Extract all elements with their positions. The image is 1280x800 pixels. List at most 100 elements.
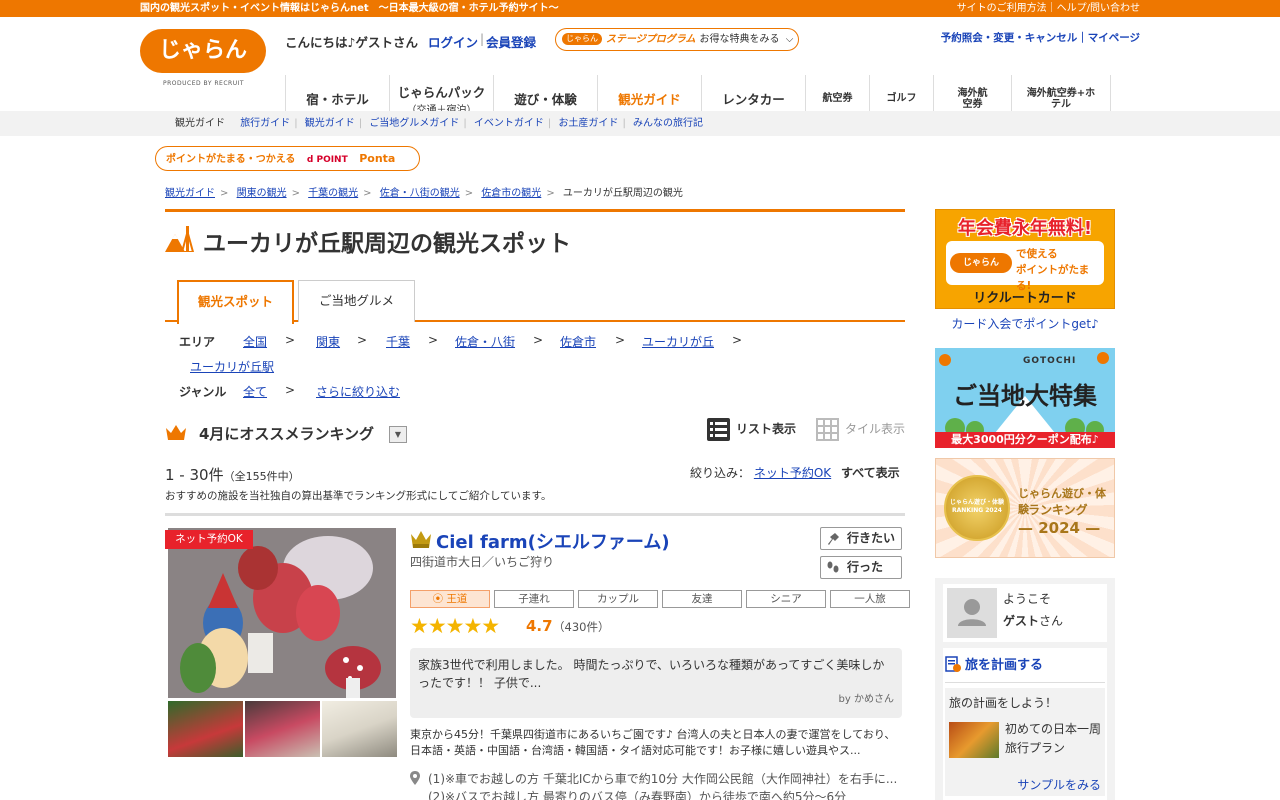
jalan-logo[interactable]: じゃらん: [140, 29, 266, 73]
result-count: 1 - 30件（全155件中）: [165, 466, 300, 484]
area-link-sakura-city[interactable]: 佐倉市: [560, 333, 596, 350]
breadcrumb: 観光ガイド > 関東の観光 > 千葉の観光 > 佐倉・八街の観光 > 佐倉市の観光 > ユ…: [165, 188, 683, 199]
ranking-description: おすすめの施設を当社独自の算出基準でランキング形式にしてご紹介しています。: [165, 490, 552, 502]
area-link-kanto[interactable]: 関東: [316, 333, 340, 350]
map-pin-icon: ⦿: [432, 593, 447, 605]
grid-icon: [816, 418, 839, 441]
subnav-event-guide[interactable]: イベントガイド: [474, 118, 544, 129]
tag-couple: カップル: [578, 590, 658, 608]
access-line: (2)※バスでお越し方 最寄りのバス停（み春野南）から徒歩で南へ約5分～6分: [428, 790, 847, 800]
spot-thumbnail[interactable]: [322, 701, 397, 757]
result-total: （全155件中）: [223, 470, 300, 483]
review-count-link[interactable]: （430件）: [553, 619, 609, 635]
spot-tags: ⦿ 王道 子連れ カップル 友達 シニア 一人旅: [410, 590, 914, 608]
review-author: by かめさん: [838, 694, 894, 705]
access-line: (1)※車でお越しの方 千葉北ICから車で約10分 大作岡公民館（大作岡神社）を…: [428, 772, 898, 786]
stage-program-button[interactable]: じゃらん ステージプログラム お得な特典をみる ⌵: [555, 28, 799, 51]
top-bar-help-links[interactable]: サイトのご利用方法｜ヘルプ/問い合わせ: [957, 0, 1140, 17]
guest-name: ゲストさん: [1003, 614, 1064, 628]
points-banner[interactable]: ポイントがたまる・つかえる d POINT Ponta: [155, 146, 420, 171]
spot-location-genre: 四街道市大日／いちご狩り: [410, 555, 555, 569]
ranking-month-dropdown[interactable]: ▼: [389, 426, 407, 443]
tab-kanko-spot[interactable]: 観光スポット: [177, 280, 294, 324]
subnav-souvenir-guide[interactable]: お土産ガイド: [558, 118, 618, 129]
spot-thumbnail[interactable]: [168, 701, 243, 757]
want-to-go-button[interactable]: 行きたい: [820, 527, 902, 550]
rating-score: 4.7: [526, 617, 553, 635]
spot-access: (1)※車でお越しの方 千葉北ICから車で約10分 大作岡公民館（大作岡神社）を…: [428, 770, 903, 800]
crown-icon: [166, 425, 186, 440]
gotochi-title: ご当地大特集: [953, 382, 1097, 410]
area-link-sakura-yachimata[interactable]: 佐倉・八街: [455, 333, 515, 350]
map-pin-icon: [410, 771, 420, 785]
review-snippet[interactable]: 家族3世代で利用しました。 時間たっぷりで、いろいろな種類があってすごく美味しか…: [410, 648, 902, 718]
list-view-toggle[interactable]: リスト表示: [707, 418, 796, 441]
area-link-all[interactable]: 全国: [243, 333, 267, 350]
ad-card-headline: 年会費永年無料!: [957, 218, 1093, 239]
plan-cta-text: 旅の計画をしよう！: [949, 696, 1058, 710]
sub-nav: 観光ガイド 旅行ガイド | 観光ガイド | ご当地グルメガイド | イベントガイド | …: [0, 111, 1280, 136]
plan-thumbnail[interactable]: [949, 722, 999, 758]
subnav-gourmet-guide[interactable]: ご当地グルメガイド: [369, 118, 459, 129]
greeting: こんにちは♪ゲストさん: [285, 35, 418, 50]
ranking-medal-icon: じゃらん遊び・体験 RANKING 2024: [944, 475, 1010, 541]
user-silhouette-icon: [958, 599, 986, 626]
subnav-current: 観光ガイド: [175, 118, 225, 129]
content-tabs: 観光スポット ご当地グルメ: [165, 280, 905, 324]
breadcrumb-item[interactable]: 千葉の観光: [308, 188, 358, 199]
recruit-card-ad[interactable]: 年会費永年無料! じゃらん で使える ポイントがたまる! リクルートカード: [935, 209, 1115, 309]
spot-thumbnail[interactable]: [245, 701, 320, 757]
register-link[interactable]: 会員登録: [486, 32, 536, 51]
tab-gotochi-gourmet[interactable]: ご当地グルメ: [298, 280, 415, 322]
tag-solo: 一人旅: [830, 590, 910, 608]
card-signup-link[interactable]: カード入会でポイントget♪: [935, 315, 1115, 332]
genre-link-all[interactable]: 全て: [243, 383, 267, 400]
narrow-label: 絞り込み：: [690, 466, 751, 480]
area-link-chiba[interactable]: 千葉: [386, 333, 410, 350]
narrow-net-ok-link[interactable]: ネット予約OK: [754, 466, 831, 480]
strawberry-photo-art: [168, 528, 396, 698]
spot-main-photo[interactable]: [168, 528, 396, 698]
reservation-mypage-links[interactable]: 予約照会・変更・キャンセル｜マイページ: [941, 30, 1140, 45]
pin-hand-icon: [828, 533, 839, 545]
tag-friends: 友達: [662, 590, 742, 608]
subnav-travelogue[interactable]: みんなの旅行記: [633, 118, 703, 129]
tag-odo: ⦿ 王道: [410, 590, 490, 608]
spot-description: 東京から45分！千葉県四街道市にあるいちご園です♪ 台湾人の夫と日本人の妻で運営…: [410, 728, 896, 757]
avatar: [947, 588, 997, 638]
area-link-yukarigaoka[interactable]: ユーカリが丘: [642, 333, 714, 350]
area-link-yukarigaoka-station[interactable]: ユーカリが丘駅: [190, 358, 274, 375]
breadcrumb-item[interactable]: 観光ガイド: [165, 188, 215, 199]
produced-by-recruit: PRODUCED BY RECRUIT: [163, 80, 245, 87]
activity-ranking-2024-ad[interactable]: じゃらん遊び・体験 RANKING 2024 じゃらん遊び・体験 ランキング —…: [935, 458, 1115, 558]
breadcrumb-item[interactable]: 佐倉市の観光: [481, 188, 541, 199]
tag-senior: シニア: [746, 590, 826, 608]
gold-crown-icon: [411, 531, 431, 548]
narrow-show-all: すべて表示: [841, 466, 900, 480]
area-sep: >: [428, 333, 439, 347]
net-reservation-badge: ネット予約OK: [165, 530, 253, 549]
genre-link-more[interactable]: さらに絞り込む: [316, 383, 400, 400]
subnav-kanko-guide[interactable]: 観光ガイド: [305, 118, 355, 129]
tile-view-toggle[interactable]: タイル表示: [816, 418, 905, 441]
points-text: ポイントがたまる・つかえる: [166, 154, 296, 165]
breadcrumb-item[interactable]: 佐倉・八街の観光: [380, 188, 460, 199]
breadcrumb-item[interactable]: 関東の観光: [237, 188, 287, 199]
review-text: 家族3世代で利用しました。 時間たっぷりで、いろいろな種類があってすごく美味しか…: [418, 658, 885, 690]
area-sep: >: [732, 333, 743, 347]
gotochi-feature-ad[interactable]: GOTOCHI ご当地大特集 最大3000円分クーポン配布♪: [935, 348, 1115, 448]
narrow-filter: 絞り込み： ネット予約OK すべて表示: [690, 464, 900, 481]
spot-name-link[interactable]: Ciel farm(シエルファーム): [436, 528, 670, 554]
user-panel: ようこそ ゲストさん 旅を計画する 旅の計画をしよう！ 初めての日本一周旅行プラ…: [935, 578, 1115, 800]
plan-sample-link[interactable]: サンプルをみる: [1017, 776, 1101, 793]
rating-stars: ★★★★★: [410, 614, 500, 638]
plan-trip-heading[interactable]: 旅を計画する: [945, 654, 1043, 673]
went-button[interactable]: 行った: [820, 556, 902, 579]
login-link[interactable]: ログイン: [428, 32, 478, 51]
tag-with-kids: 子連れ: [494, 590, 574, 608]
site-header: じゃらん PRODUCED BY RECRUIT こんにちは♪ゲストさん ログイ…: [0, 17, 1280, 128]
divider: [165, 513, 905, 516]
welcome-text: ようこそ: [1003, 592, 1052, 606]
tile-view-label: タイル表示: [845, 422, 906, 436]
subnav-travel-guide[interactable]: 旅行ガイド: [240, 118, 290, 129]
